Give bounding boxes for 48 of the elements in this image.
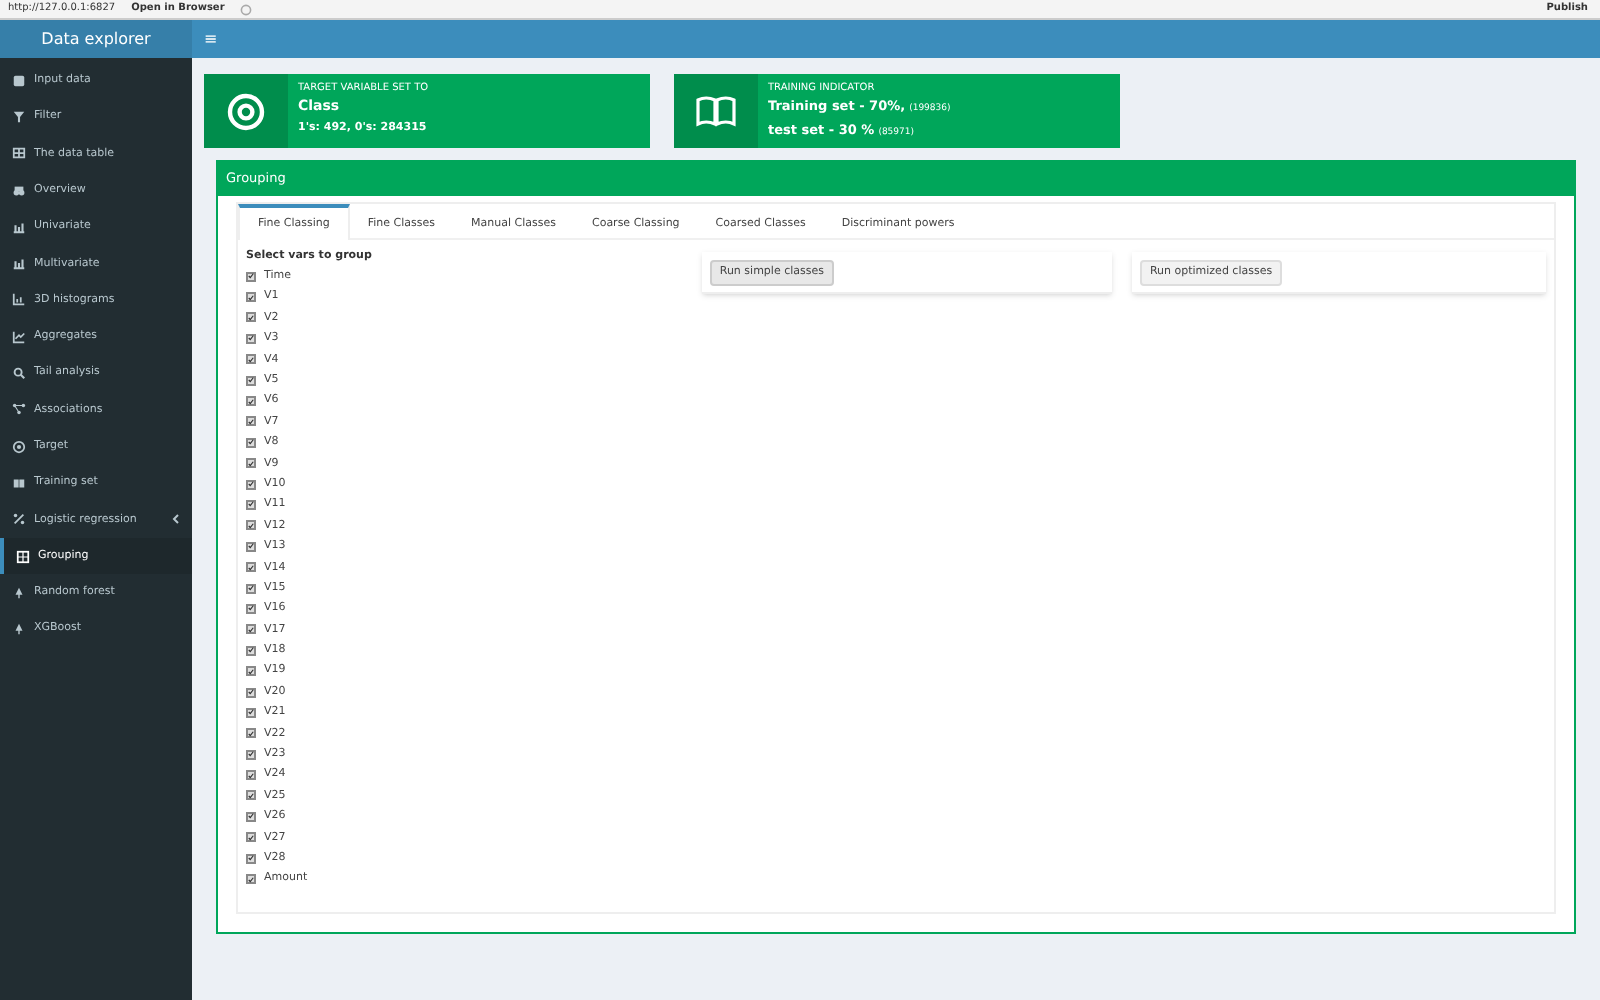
checkbox[interactable] bbox=[246, 541, 256, 552]
checkbox[interactable] bbox=[246, 562, 256, 573]
checkbox[interactable] bbox=[246, 749, 256, 760]
app-title: Data explorer bbox=[0, 20, 192, 58]
checkbox[interactable] bbox=[246, 645, 256, 656]
checkbox[interactable] bbox=[246, 354, 256, 365]
checkbox[interactable] bbox=[246, 375, 256, 386]
checkbox[interactable] bbox=[246, 292, 256, 303]
network-icon bbox=[12, 402, 26, 417]
checkbox[interactable] bbox=[246, 396, 256, 407]
checkbox[interactable] bbox=[246, 832, 256, 843]
line-chart-icon bbox=[12, 329, 26, 344]
bar-chart-icon bbox=[12, 292, 26, 307]
bar-chart-icon bbox=[12, 219, 26, 234]
grid-icon bbox=[16, 549, 30, 563]
target-icon bbox=[226, 91, 266, 131]
checkbox[interactable] bbox=[246, 874, 256, 885]
checkbox[interactable] bbox=[246, 770, 256, 781]
checkbox[interactable] bbox=[246, 624, 256, 635]
filter-icon bbox=[12, 109, 26, 124]
checkbox[interactable] bbox=[246, 790, 256, 801]
bar-chart-icon bbox=[12, 256, 26, 271]
checkbox[interactable] bbox=[246, 312, 256, 323]
checkbox[interactable] bbox=[246, 603, 256, 614]
table-icon bbox=[12, 146, 26, 161]
checkbox[interactable] bbox=[246, 687, 256, 697]
checkbox[interactable] bbox=[246, 416, 256, 427]
open-book-icon bbox=[696, 91, 736, 131]
checkbox[interactable] bbox=[246, 271, 256, 282]
checkbox[interactable] bbox=[246, 520, 256, 531]
checkbox[interactable] bbox=[246, 707, 256, 718]
checkbox[interactable] bbox=[246, 333, 256, 344]
tree-icon bbox=[12, 622, 26, 637]
checkbox[interactable] bbox=[246, 437, 256, 448]
checkbox[interactable] bbox=[246, 458, 256, 469]
checkbox[interactable] bbox=[246, 666, 256, 677]
checkbox[interactable] bbox=[246, 811, 256, 822]
checkbox[interactable] bbox=[246, 583, 256, 594]
checkbox[interactable] bbox=[246, 479, 256, 490]
menu-button[interactable]: ≡ bbox=[204, 31, 218, 47]
checkbox[interactable] bbox=[246, 728, 256, 739]
checkbox[interactable] bbox=[246, 499, 256, 510]
checkbox[interactable] bbox=[246, 853, 256, 864]
tree-icon bbox=[12, 585, 26, 600]
search-icon bbox=[12, 366, 26, 381]
percent-icon bbox=[12, 512, 26, 527]
target-icon bbox=[12, 439, 26, 454]
book-icon bbox=[12, 475, 26, 490]
